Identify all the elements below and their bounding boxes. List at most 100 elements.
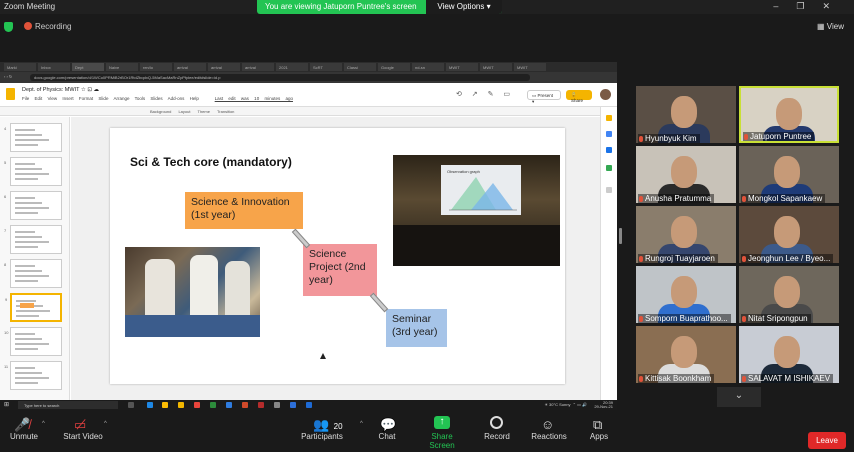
powerpoint-icon[interactable] — [242, 402, 248, 408]
current-slide[interactable]: Sci & Tech core (mandatory) Science & In… — [110, 128, 565, 384]
header-icons[interactable]: ⟲ ↗ ✎ ▭ — [456, 90, 510, 98]
browser-tab[interactable]: 2021 — [276, 63, 308, 71]
browser-tab[interactable]: arrival — [174, 63, 206, 71]
browser-tab[interactable]: Marki — [4, 63, 36, 71]
unmute-label[interactable]: Unmute — [8, 432, 40, 441]
menu-bar[interactable]: File Edit View Insert Format Slide Arran… — [22, 96, 293, 101]
start-video-label[interactable]: Start Video — [60, 432, 106, 441]
present-button[interactable]: ▭ Present ▾ — [527, 90, 561, 104]
weather-tray[interactable]: ☀ 30°C Sunny ⌃ ▭ 🔊 — [544, 402, 587, 407]
app-icon[interactable] — [194, 402, 200, 408]
add-icon[interactable] — [606, 187, 612, 193]
slide-thumbnail[interactable]: 4 — [4, 123, 62, 152]
zoom-taskbar-icon[interactable] — [226, 402, 232, 408]
auditorium-photo: Observation graph — [393, 155, 560, 266]
participant-tile[interactable]: Mongkol Sapankaew — [739, 146, 839, 203]
line-icon[interactable] — [210, 402, 216, 408]
browser-tab[interactable]: Google — [378, 63, 410, 71]
browser-tab[interactable]: ren/lo — [140, 63, 172, 71]
share-button[interactable]: 🔒Share — [566, 90, 592, 103]
browser-tab[interactable]: MWIT — [480, 63, 512, 71]
security-shield-icon[interactable] — [4, 22, 13, 32]
taskbar-clock[interactable]: 20:39 29-Nov-21 — [594, 401, 613, 409]
outlook-icon[interactable] — [306, 402, 312, 408]
participant-tile[interactable]: Hyunbyuk Kim — [636, 86, 736, 143]
participant-tile[interactable]: Rungroj Tuayjaroen — [636, 206, 736, 263]
slides-toolbar[interactable]: Background Layout Theme Transition — [0, 107, 617, 116]
share-screen-label[interactable]: Share Screen — [418, 432, 466, 450]
slide-thumbnail[interactable]: 6 — [4, 191, 62, 220]
browser-tab[interactable]: ScRT — [310, 63, 342, 71]
panel-resize-handle[interactable] — [619, 228, 622, 244]
user-avatar[interactable] — [600, 89, 611, 100]
participant-face — [774, 156, 800, 188]
video-options-caret[interactable]: ^ — [104, 421, 107, 427]
close-icon[interactable]: ✕ — [822, 1, 848, 11]
projection-screen: Observation graph — [441, 165, 521, 215]
gallery-collapse-button[interactable]: ⌄ — [717, 387, 761, 407]
side-panel — [600, 107, 617, 400]
slide-thumbnail[interactable]: 8 — [4, 259, 62, 288]
share-screen-icon[interactable]: ↑ — [434, 416, 450, 429]
explorer-icon[interactable] — [178, 402, 184, 408]
apps-label[interactable]: Apps — [588, 432, 610, 441]
record-icon[interactable] — [490, 416, 503, 429]
taskbar-search[interactable]: Type here to search — [18, 401, 118, 409]
browser-tab[interactable]: Classi — [344, 63, 376, 71]
restore-icon[interactable]: ❐ — [796, 1, 822, 11]
participant-tile[interactable]: Anusha Pratumma — [636, 146, 736, 203]
acrobat-icon[interactable] — [258, 402, 264, 408]
view-button[interactable]: ▦ View — [817, 22, 844, 31]
record-dot-icon — [24, 22, 32, 30]
participant-tile[interactable]: Kittisak Boonkham — [636, 326, 736, 383]
contacts-icon[interactable] — [606, 147, 612, 153]
slide-thumbnail[interactable]: 10 — [4, 327, 62, 356]
window-controls[interactable]: –❐✕ — [773, 1, 848, 12]
windows-start-icon[interactable]: ⊞ — [4, 401, 9, 408]
slide-thumbnail[interactable]: 11 — [4, 361, 62, 390]
minimize-icon[interactable]: – — [773, 1, 796, 11]
record-label[interactable]: Record — [482, 432, 512, 441]
keep-icon[interactable] — [606, 115, 612, 121]
browser-tab[interactable]: nd-sn — [412, 63, 444, 71]
browser-tab[interactable]: MWIT — [514, 63, 546, 71]
audio-options-caret[interactable]: ^ — [42, 421, 45, 427]
participant-tile[interactable]: Jeonghun Lee / Byeo... — [739, 206, 839, 263]
participant-face — [671, 216, 697, 248]
address-bar[interactable]: docs.google.com/presentation/d/1WCo0PRMi… — [30, 74, 530, 81]
seminar-box: Seminar (3rd year) — [386, 309, 447, 347]
task-view-icon[interactable] — [128, 402, 134, 408]
participant-tile[interactable]: Jatuporn Puntree — [739, 86, 839, 143]
participant-tile[interactable]: Nitat Sripongpun — [739, 266, 839, 323]
nav-arrows-icon[interactable]: ‹ › ↻ — [4, 74, 12, 79]
browser-tab[interactable]: arrival — [208, 63, 240, 71]
chat-label[interactable]: Chat — [374, 432, 400, 441]
browser-tab[interactable]: arrival — [242, 63, 274, 71]
participants-caret[interactable]: ^ — [360, 421, 363, 427]
browser-tab[interactable]: MWIT — [446, 63, 478, 71]
slide-thumbnail[interactable]: 7 — [4, 225, 62, 254]
slides-logo-icon[interactable] — [6, 88, 15, 100]
slide-filmstrip[interactable]: 4 5 6 7 8 9 10 11 — [0, 117, 70, 400]
last-edit-link[interactable]: Last edit was 10 minutes ago — [215, 96, 293, 101]
browser-tab[interactable]: Dept — [72, 63, 104, 71]
word-icon[interactable] — [290, 402, 296, 408]
maps-icon[interactable] — [606, 165, 612, 171]
document-title[interactable]: Dept. of Physics: MWIT ☆ ⊡ ☁ — [22, 87, 99, 93]
slide-number: 6 — [4, 194, 7, 199]
participant-tile[interactable]: Somporn Buaprathoo... — [636, 266, 736, 323]
leave-button[interactable]: Leave — [808, 432, 846, 449]
participants-label[interactable]: Participants — [298, 432, 346, 441]
browser-tab[interactable]: Naive — [106, 63, 138, 71]
reactions-label[interactable]: Reactions — [530, 432, 568, 441]
recording-indicator[interactable]: Recording — [24, 22, 71, 31]
view-options-button[interactable]: View Options ▾ — [426, 0, 502, 14]
slide-thumbnail[interactable]: 9 — [5, 293, 62, 322]
browser-tab[interactable]: Inbox — [38, 63, 70, 71]
app2-icon[interactable] — [274, 402, 280, 408]
slide-thumbnail[interactable]: 5 — [4, 157, 62, 186]
tasks-icon[interactable] — [606, 131, 612, 137]
edge-icon[interactable] — [147, 402, 153, 408]
chrome-icon[interactable] — [162, 402, 168, 408]
participant-tile[interactable]: SALAVAT M ISHIKAEV — [739, 326, 839, 383]
